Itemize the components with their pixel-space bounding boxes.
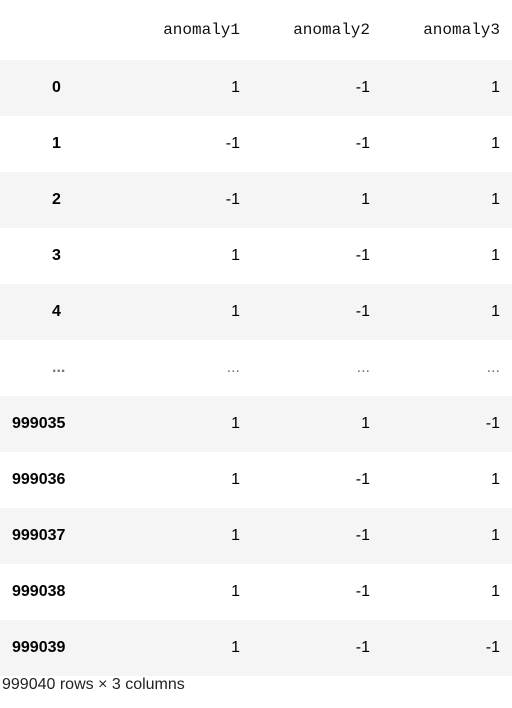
table-row: 999035 1 1 -1 xyxy=(0,396,512,452)
table-row: 0 1 -1 1 xyxy=(0,60,512,116)
table-body: 0 1 -1 1 1 -1 -1 1 2 -1 1 1 3 1 -1 1 4 1… xyxy=(0,60,512,676)
table-cell: -1 xyxy=(355,639,370,656)
row-index: 999036 xyxy=(12,471,66,488)
table-cell: 1 xyxy=(231,471,240,488)
table-row: 999038 1 -1 1 xyxy=(0,564,512,620)
table-row: 1 -1 -1 1 xyxy=(0,116,512,172)
shape-summary: 999040 rows × 3 columns xyxy=(2,676,185,693)
table-cell: 1 xyxy=(491,79,500,96)
table-cell: -1 xyxy=(355,583,370,600)
table-cell: 1 xyxy=(231,79,240,96)
table-cell: -1 xyxy=(355,79,370,96)
column-header: anomaly2 xyxy=(252,0,382,60)
table-row: 999037 1 -1 1 xyxy=(0,508,512,564)
table-cell: 1 xyxy=(491,303,500,320)
row-index: 4 xyxy=(52,303,61,320)
column-header: anomaly1 xyxy=(122,0,252,60)
table-cell: 1 xyxy=(231,415,240,432)
table-cell: 1 xyxy=(491,247,500,264)
header-row: anomaly1 anomaly2 anomaly3 xyxy=(0,0,512,60)
table-cell: 1 xyxy=(491,583,500,600)
table-cell: -1 xyxy=(355,527,370,544)
row-index: ... xyxy=(52,359,66,376)
table-row: 999036 1 -1 1 xyxy=(0,452,512,508)
row-index: 1 xyxy=(52,135,61,152)
table-cell: -1 xyxy=(355,303,370,320)
table-row: 2 -1 1 1 xyxy=(0,172,512,228)
table-cell: ... xyxy=(356,359,370,376)
table-cell: 1 xyxy=(491,191,500,208)
table-cell: -1 xyxy=(355,247,370,264)
table-cell: 1 xyxy=(231,583,240,600)
table-cell: 1 xyxy=(231,527,240,544)
table-row: 4 1 -1 1 xyxy=(0,284,512,340)
table-row: 3 1 -1 1 xyxy=(0,228,512,284)
table-cell: ... xyxy=(226,359,240,376)
row-index: 3 xyxy=(52,247,61,264)
dataframe-table: anomaly1 anomaly2 anomaly3 0 1 -1 1 1 -1… xyxy=(0,0,512,676)
row-index: 999035 xyxy=(12,415,66,432)
table-cell: 1 xyxy=(231,639,240,656)
dataframe-output: anomaly1 anomaly2 anomaly3 0 1 -1 1 1 -1… xyxy=(0,0,512,708)
table-cell: 1 xyxy=(491,471,500,488)
table-cell: 1 xyxy=(231,247,240,264)
table-cell: 1 xyxy=(361,415,370,432)
row-index: 999037 xyxy=(12,527,66,544)
table-cell: -1 xyxy=(225,191,240,208)
index-header xyxy=(0,0,122,60)
table-cell: -1 xyxy=(485,415,500,432)
table-cell: -1 xyxy=(225,135,240,152)
row-index: 999039 xyxy=(12,639,66,656)
table-cell: 1 xyxy=(231,303,240,320)
table-cell: -1 xyxy=(485,639,500,656)
table-row: 999039 1 -1 -1 xyxy=(0,620,512,676)
column-header: anomaly3 xyxy=(382,0,512,60)
table-cell: -1 xyxy=(355,135,370,152)
table-header: anomaly1 anomaly2 anomaly3 xyxy=(0,0,512,60)
table-cell: -1 xyxy=(355,471,370,488)
ellipsis-row: ... ... ... ... xyxy=(0,340,512,396)
table-cell: 1 xyxy=(491,527,500,544)
row-index: 0 xyxy=(52,79,61,96)
table-cell: 1 xyxy=(361,191,370,208)
row-index: 999038 xyxy=(12,583,66,600)
table-cell: ... xyxy=(486,359,500,376)
row-index: 2 xyxy=(52,191,61,208)
table-cell: 1 xyxy=(491,135,500,152)
